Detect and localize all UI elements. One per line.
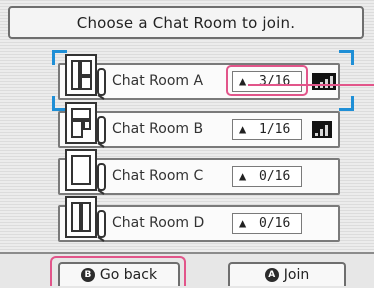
chat-room-screen: Choose a Chat Room to join. Chat Room A … [0, 0, 374, 288]
callout-line [248, 84, 374, 86]
signal-strength-icon [312, 121, 332, 138]
chat-room-name: Chat Room A [112, 73, 204, 89]
member-count: ▲ 0/16 [232, 166, 302, 187]
b-button-icon: B [80, 268, 95, 282]
chat-room-icon [65, 196, 106, 242]
member-count-highlight [226, 65, 308, 96]
chat-room-c[interactable]: Chat Room C ▲ 0/16 [58, 149, 340, 195]
chat-room-name: Chat Room B [112, 121, 204, 137]
person-icon: ▲ [239, 169, 247, 183]
chat-room-name: Chat Room D [112, 215, 205, 231]
chat-room-a[interactable]: Chat Room A ▲ 3/16 [58, 54, 340, 100]
chat-room-icon [65, 102, 106, 148]
join-label: Join [283, 267, 310, 283]
chat-room-icon [65, 54, 106, 100]
chat-room-d[interactable]: Chat Room D ▲ 0/16 [58, 196, 340, 242]
member-count-value: 0/16 [259, 216, 291, 231]
person-icon: ▲ [239, 122, 247, 136]
member-count-value: 1/16 [259, 122, 291, 137]
screen-title: Choose a Chat Room to join. [8, 6, 364, 39]
signal-strength-icon [312, 73, 336, 90]
chat-room-icon [65, 149, 106, 195]
a-button-icon: A [264, 268, 279, 282]
go-back-label: Go back [99, 267, 158, 283]
chat-room-name: Chat Room C [112, 168, 204, 184]
member-count-value: 0/16 [259, 169, 291, 184]
person-icon: ▲ [239, 216, 247, 230]
go-back-button[interactable]: B Go back [58, 262, 180, 286]
chat-room-b[interactable]: Chat Room B ▲ 1/16 [58, 102, 340, 148]
member-count: ▲ 0/16 [232, 213, 302, 234]
join-button[interactable]: A Join [228, 262, 346, 286]
member-count: ▲ 1/16 [232, 119, 302, 140]
